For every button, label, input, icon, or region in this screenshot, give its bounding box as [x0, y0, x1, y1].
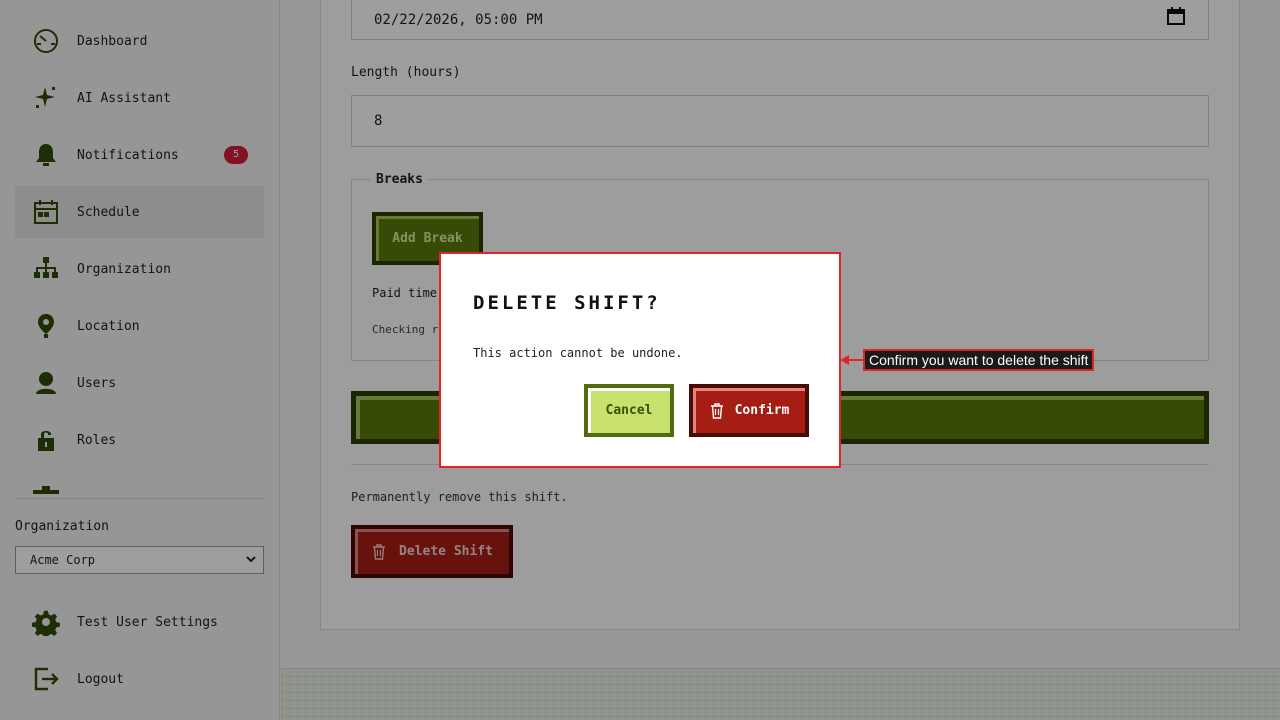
- dialog-message: This action cannot be undone.: [473, 346, 683, 360]
- cancel-button[interactable]: Cancel: [584, 384, 674, 437]
- delete-shift-dialog: DELETE SHIFT? This action cannot be undo…: [439, 252, 841, 468]
- trash-icon: [710, 402, 723, 419]
- tooltip-pointer-line: [848, 359, 863, 361]
- confirm-hint-tooltip: Confirm you want to delete the shift: [863, 349, 1095, 371]
- dialog-title: DELETE SHIFT?: [473, 292, 661, 314]
- cancel-label: Cancel: [605, 403, 653, 418]
- tooltip-arrow-icon: [840, 355, 849, 365]
- confirm-label: Confirm: [734, 403, 790, 418]
- confirm-button[interactable]: Confirm: [689, 384, 809, 437]
